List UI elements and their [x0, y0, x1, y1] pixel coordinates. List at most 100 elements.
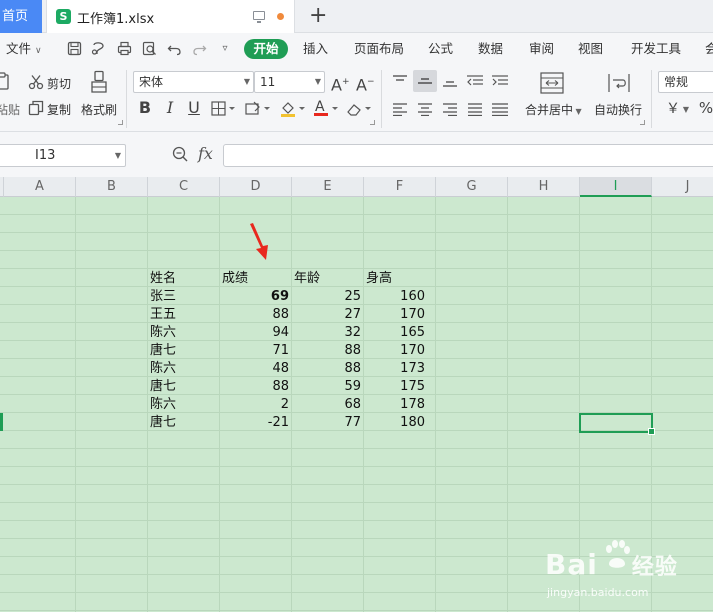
cell-name[interactable]: 唐七 — [150, 342, 176, 360]
borders-icon[interactable] — [211, 101, 237, 119]
decrease-indent-icon[interactable] — [466, 74, 484, 91]
cell-score[interactable]: 94 — [227, 324, 289, 342]
cell-score[interactable]: 71 — [227, 342, 289, 360]
name-box[interactable]: I13 ▼ — [0, 144, 126, 167]
decrease-font-size-icon[interactable]: A− — [356, 74, 375, 93]
cell-name[interactable]: 唐七 — [150, 414, 176, 432]
scissors-icon[interactable] — [28, 74, 44, 93]
justify-icon[interactable] — [467, 102, 483, 119]
alignment-dialog-launcher[interactable] — [640, 120, 645, 125]
formula-input[interactable] — [223, 144, 713, 167]
cell-name[interactable]: 王五 — [150, 306, 176, 324]
zoom-icon[interactable] — [172, 146, 188, 162]
cell-height[interactable]: 180 — [363, 414, 425, 432]
cell-name[interactable]: 张三 — [150, 288, 176, 306]
cell-height[interactable]: 165 — [363, 324, 425, 342]
fill-color-icon[interactable] — [280, 101, 308, 120]
cell-age[interactable]: 68 — [299, 396, 361, 414]
align-center-icon[interactable] — [417, 102, 433, 119]
active-cell-selection[interactable] — [579, 413, 655, 435]
cell-age[interactable]: 27 — [299, 306, 361, 324]
paste-icon[interactable] — [0, 72, 10, 93]
header-score[interactable]: 成绩 — [222, 270, 248, 288]
font-dialog-launcher[interactable] — [370, 120, 375, 125]
menu-member[interactable]: 会 — [705, 33, 713, 64]
column-header-d[interactable]: D — [220, 177, 292, 197]
align-right-icon[interactable] — [442, 102, 458, 119]
format-painter-button[interactable]: 格式刷 — [81, 101, 117, 118]
cell-name[interactable]: 唐七 — [150, 378, 176, 396]
currency-button[interactable]: ￥ — [664, 101, 682, 117]
cell-score[interactable]: -21 — [227, 414, 289, 432]
align-middle-button[interactable] — [413, 70, 437, 92]
menu-view[interactable]: 视图 — [578, 33, 603, 64]
tab-home[interactable]: 首页 — [0, 0, 42, 33]
copy-icon[interactable] — [28, 100, 44, 119]
format-painter-icon[interactable] — [90, 70, 108, 97]
menu-data[interactable]: 数据 — [478, 33, 503, 64]
cell-name[interactable]: 陈六 — [150, 396, 176, 414]
cell-height[interactable]: 173 — [363, 360, 425, 378]
cell-height[interactable]: 170 — [363, 342, 425, 360]
header-height[interactable]: 身高 — [366, 270, 392, 288]
cell-height[interactable]: 170 — [363, 306, 425, 324]
column-header-j[interactable]: J — [652, 177, 713, 197]
cell-score[interactable]: 2 — [227, 396, 289, 414]
column-header-c[interactable]: C — [148, 177, 220, 197]
increase-font-size-icon[interactable]: A+ — [331, 74, 350, 93]
undo-icon[interactable] — [166, 41, 182, 57]
align-bottom-icon[interactable] — [442, 74, 458, 91]
new-tab-button[interactable]: + — [309, 4, 327, 28]
clipboard-dialog-launcher[interactable] — [118, 120, 123, 125]
merge-center-icon[interactable] — [540, 72, 564, 97]
column-header-i[interactable]: I — [580, 177, 652, 197]
header-age[interactable]: 年龄 — [294, 270, 320, 288]
bold-button[interactable]: B — [138, 100, 152, 116]
redo-icon[interactable] — [191, 41, 207, 57]
cell-score[interactable]: 88 — [227, 306, 289, 324]
unsaved-dot-icon[interactable] — [277, 13, 284, 20]
distributed-align-icon[interactable] — [491, 102, 509, 119]
chevron-down-icon[interactable]: ▼ — [681, 102, 691, 118]
cell-height[interactable]: 160 — [363, 288, 425, 306]
wrap-text-button[interactable]: 自动换行 — [594, 101, 642, 118]
underline-button[interactable]: U — [187, 100, 201, 116]
save-icon[interactable] — [66, 41, 82, 57]
column-header-f[interactable]: F — [364, 177, 436, 197]
cell-height[interactable]: 178 — [363, 396, 425, 414]
cell-score[interactable]: 88 — [227, 378, 289, 396]
menu-formulas[interactable]: 公式 — [428, 33, 453, 64]
cell-age[interactable]: 88 — [299, 342, 361, 360]
cell-height[interactable]: 175 — [363, 378, 425, 396]
menu-insert[interactable]: 插入 — [303, 33, 328, 64]
print-preview-icon[interactable] — [141, 41, 157, 57]
align-top-icon[interactable] — [392, 74, 408, 91]
align-left-icon[interactable] — [392, 102, 408, 119]
insert-function-icon[interactable]: fx — [198, 144, 213, 163]
number-format-select[interactable]: 常规 — [658, 71, 713, 93]
quick-access-dropdown-icon[interactable]: ▿ — [217, 41, 233, 57]
cell-name[interactable]: 陈六 — [150, 360, 176, 378]
cell-age[interactable]: 77 — [299, 414, 361, 432]
menu-page-layout[interactable]: 页面布局 — [354, 33, 404, 64]
column-header-e[interactable]: E — [292, 177, 364, 197]
menu-file[interactable]: 文件 ∨ — [6, 33, 42, 64]
cell-score[interactable]: 48 — [227, 360, 289, 378]
cut-button[interactable]: 剪切 — [47, 75, 71, 92]
cell-age[interactable]: 25 — [299, 288, 361, 306]
copy-button[interactable]: 复制 — [47, 101, 71, 118]
font-size-select[interactable]: 11 ▼ — [254, 71, 325, 93]
eraser-icon[interactable] — [346, 101, 374, 120]
cell-name[interactable]: 陈六 — [150, 324, 176, 342]
column-header-a[interactable]: A — [4, 177, 76, 197]
menu-developer[interactable]: 开发工具 — [631, 33, 681, 64]
column-header-h[interactable]: H — [508, 177, 580, 197]
tab-workbook[interactable]: S 工作簿1.xlsx — [46, 0, 295, 33]
increase-indent-icon[interactable] — [491, 74, 509, 91]
merge-center-button[interactable]: 合并居中 ▼ — [525, 101, 582, 118]
cell-age[interactable]: 32 — [299, 324, 361, 342]
font-color-icon[interactable]: A — [313, 99, 341, 120]
export-icon[interactable] — [90, 41, 106, 57]
cell-style-icon[interactable] — [245, 101, 273, 119]
column-header-g[interactable]: G — [436, 177, 508, 197]
